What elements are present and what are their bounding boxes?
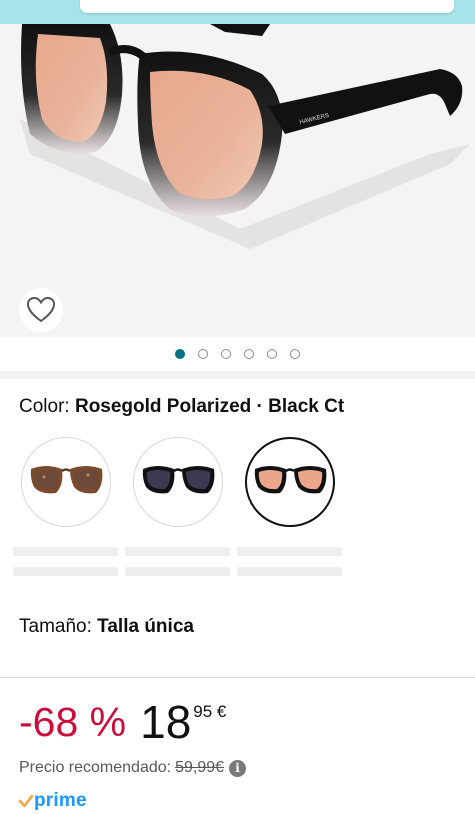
price-block: -68 % 18 95 € [19,697,226,747]
product-image: HAWKERS [20,24,470,249]
carousel-dot-5[interactable] [267,349,277,359]
product-image-carousel[interactable]: HAWKERS [0,24,475,337]
recommended-price: Precio recomendado: 59,99€ i [19,759,247,777]
size-label: Tamaño: [19,616,92,637]
carousel-dot-6[interactable] [290,349,300,359]
price-fraction: 95 € [193,702,227,721]
discount-percentage: -68 % [19,699,127,745]
carousel-dot-1[interactable] [175,349,185,359]
carousel-dot-3[interactable] [221,349,231,359]
sunglasses-thumbnail [254,466,327,494]
prime-check-icon [18,794,34,808]
size-selection[interactable]: Tamaño: Talla única [19,616,194,638]
recommended-price-label: Precio recomendado: [19,759,172,776]
color-value: Rosegold Polarized · Black Ct [74,396,345,417]
size-value: Talla única [97,616,194,637]
top-banner [0,0,475,24]
loading-placeholder [13,547,118,556]
color-swatch-black-grey[interactable] [133,437,223,527]
color-swatch-rosegold-selected[interactable] [245,437,335,527]
carousel-dots [0,337,475,371]
sunglasses-thumbnail [30,466,103,494]
sunglasses-thumbnail [142,466,215,494]
section-divider [0,371,475,379]
carousel-dot-2[interactable] [198,349,208,359]
heart-icon [26,296,56,323]
color-swatch-tortoise[interactable] [21,437,111,527]
color-selection: Color: Rosegold Polarized · Black Ct [19,396,344,418]
prime-label: prime [34,790,87,811]
recommended-price-value: 59,99€ [175,759,225,776]
wishlist-button[interactable] [19,288,63,332]
loading-placeholder [13,567,118,576]
loading-placeholder [237,567,342,576]
search-box-edge[interactable] [80,0,454,13]
price-whole: 18 [140,696,192,748]
section-divider [0,677,475,678]
prime-badge: prime [18,790,87,812]
carousel-dot-4[interactable] [244,349,254,359]
color-label: Color: [19,396,70,417]
loading-placeholder [125,567,230,576]
loading-placeholder [125,547,230,556]
info-icon[interactable]: i [229,759,247,777]
loading-placeholder [237,547,342,556]
